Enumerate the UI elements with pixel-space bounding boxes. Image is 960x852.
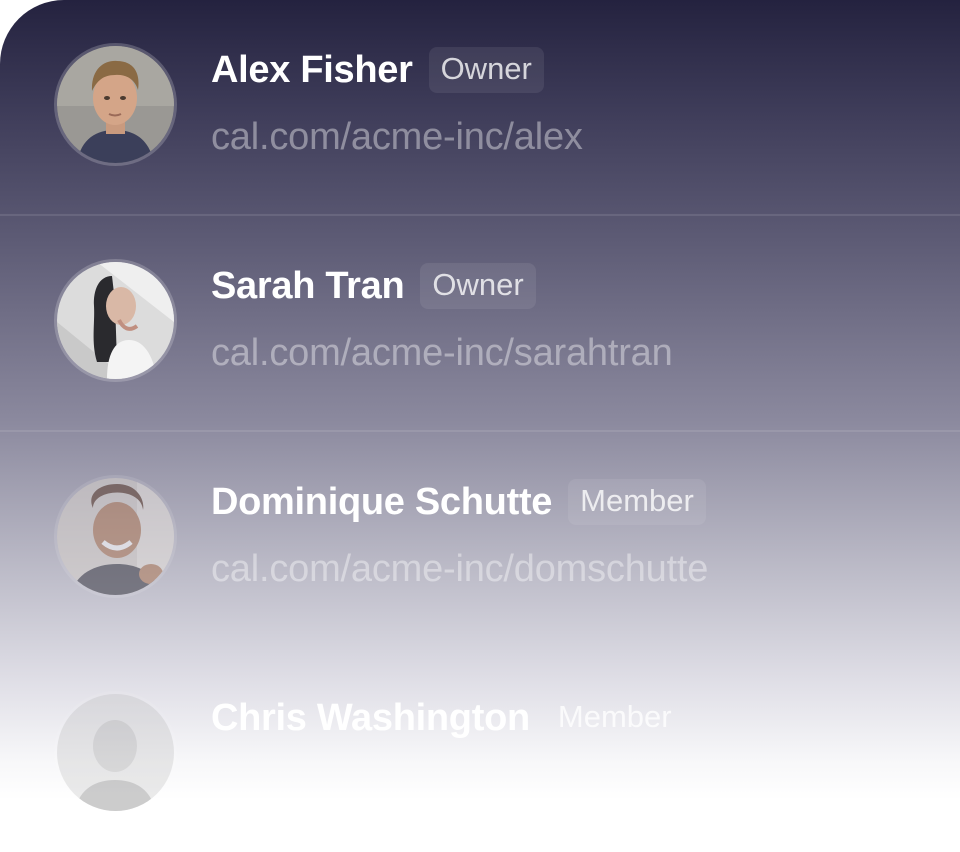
member-name: Dominique Schutte (211, 480, 553, 523)
member-url[interactable]: cal.com/acme-inc/domschutte (211, 548, 708, 591)
person-photo-icon (57, 478, 174, 595)
person-photo-icon (57, 46, 174, 163)
member-row[interactable]: Chris Washington Member (0, 648, 960, 852)
member-name: Alex Fisher (211, 48, 413, 91)
person-photo-icon (57, 262, 174, 379)
member-avatar (57, 478, 174, 595)
role-badge: Owner (428, 47, 544, 93)
role-badge: Owner (420, 263, 536, 309)
team-members-panel: Alex Fisher Owner cal.com/acme-inc/alex … (0, 0, 960, 852)
role-badge: Member (568, 479, 706, 525)
member-row[interactable]: Dominique Schutte Member cal.com/acme-in… (0, 432, 960, 648)
member-avatar (57, 262, 174, 379)
member-name: Chris Washington (211, 696, 530, 739)
role-badge: Member (557, 699, 672, 734)
member-url[interactable]: cal.com/acme-inc/alex (211, 116, 583, 159)
member-name-line: Sarah Tran Owner (211, 263, 536, 309)
member-name-line: Chris Washington Member (211, 695, 684, 741)
member-avatar (57, 46, 174, 163)
member-url[interactable]: cal.com/acme-inc/sarahtran (211, 332, 673, 375)
member-avatar (57, 694, 174, 811)
member-row[interactable]: Alex Fisher Owner cal.com/acme-inc/alex (0, 0, 960, 216)
person-photo-icon (57, 694, 174, 811)
member-name-line: Alex Fisher Owner (211, 47, 544, 93)
member-name-line: Dominique Schutte Member (211, 479, 706, 525)
member-row[interactable]: Sarah Tran Owner cal.com/acme-inc/saraht… (0, 216, 960, 432)
member-name: Sarah Tran (211, 264, 405, 307)
